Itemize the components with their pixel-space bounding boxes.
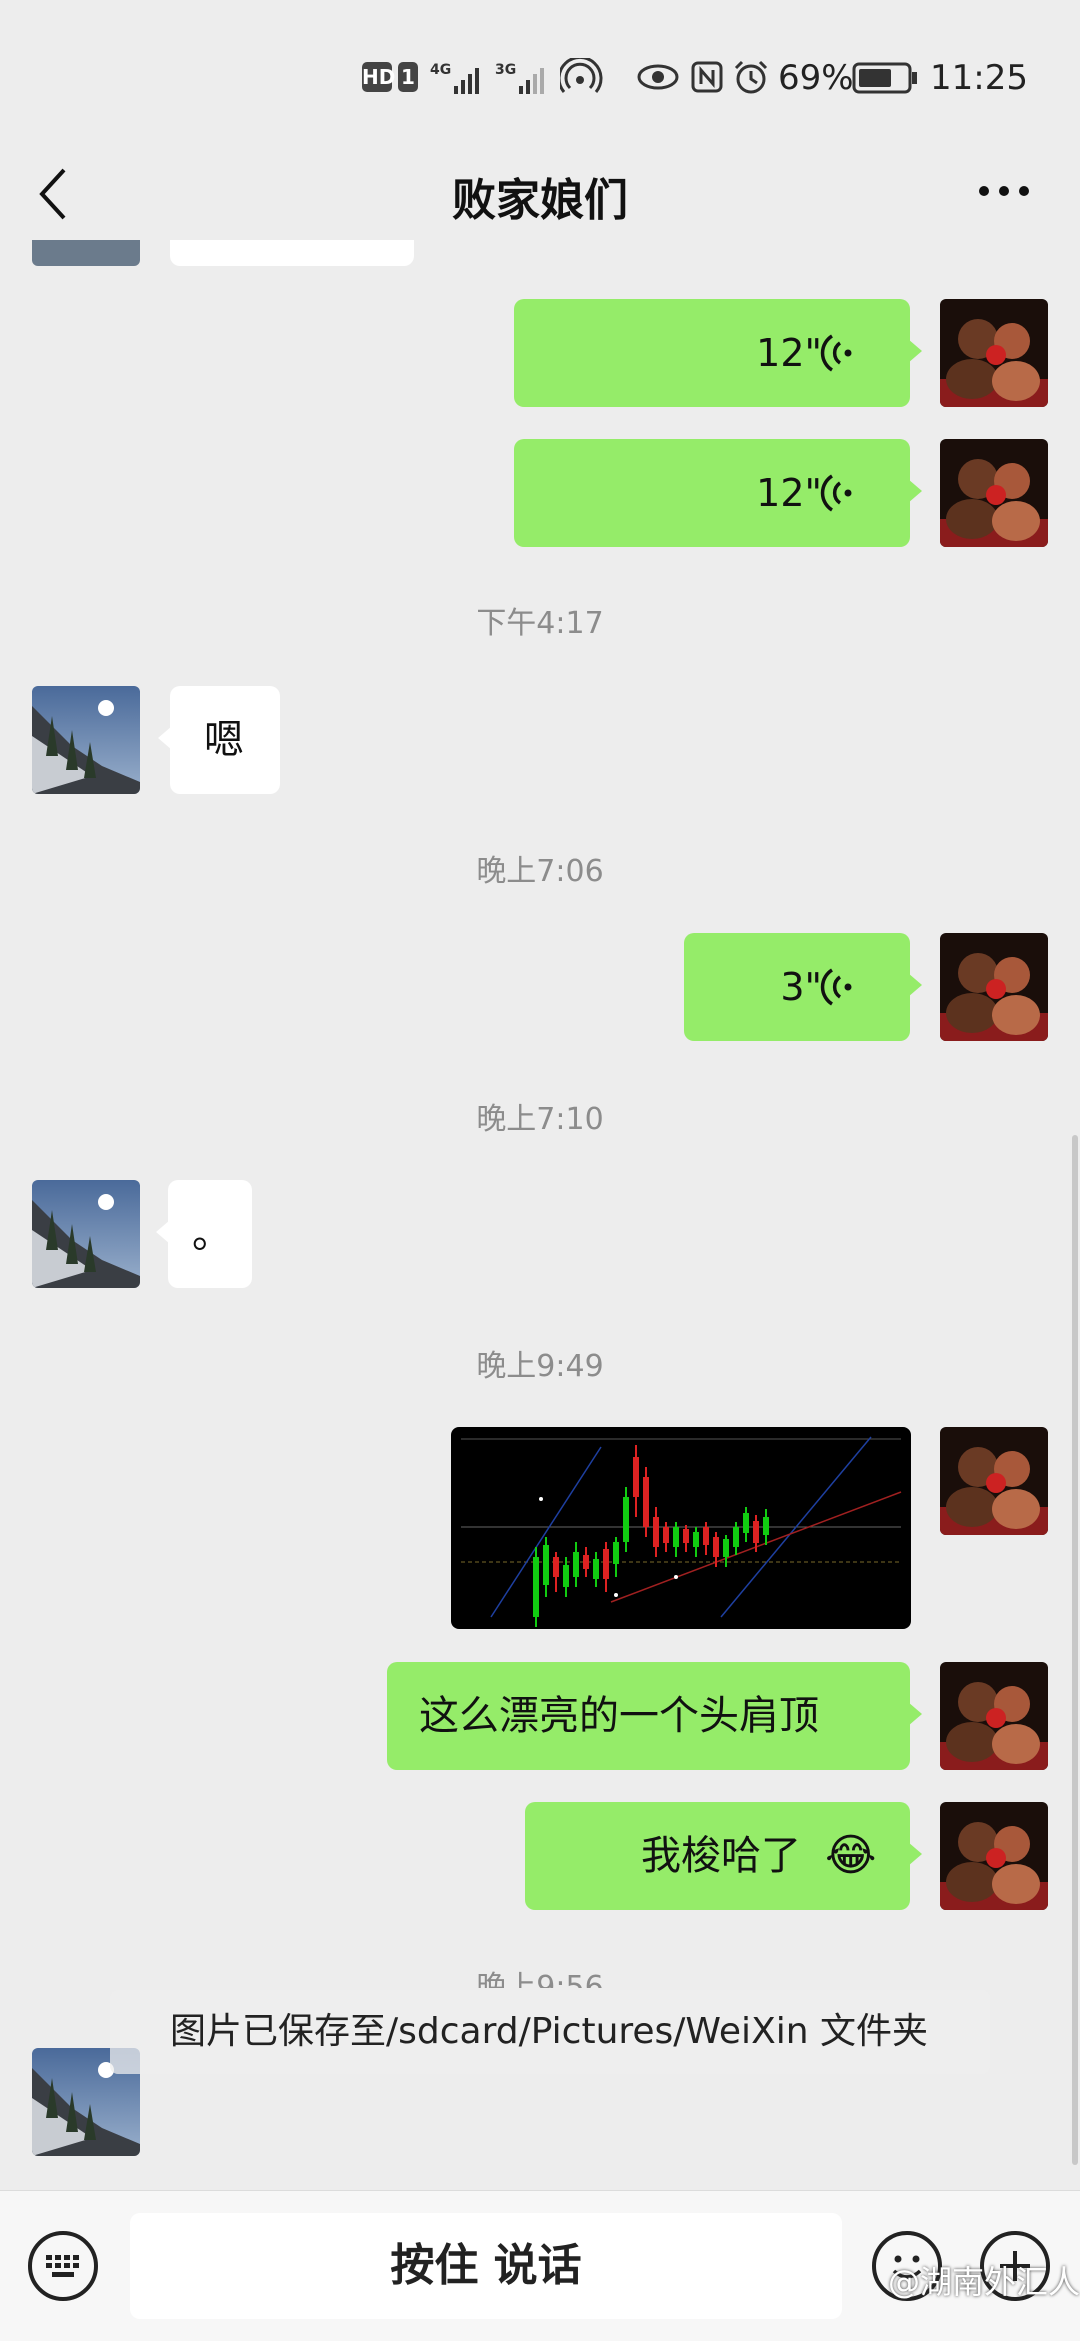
text-message-bubble[interactable]: 我梭哈了 😂 (525, 1802, 922, 1910)
avatar-partial[interactable] (32, 240, 140, 266)
nfc-icon (691, 61, 723, 93)
avatar-self[interactable] (940, 1427, 1048, 1535)
chat-title: 败家娘们 (452, 175, 628, 226)
signal-3g-icon: 3G (495, 62, 544, 94)
mountain-avatar-image (32, 1180, 140, 1288)
battery-icon (852, 62, 917, 94)
laughing-emoji: 😂 (825, 1830, 877, 1881)
boxer-avatar-image (940, 1802, 1048, 1910)
timestamp: 晚上9:56 (476, 1970, 604, 1988)
signal-4g-icon: 4G (430, 62, 479, 94)
scrollbar[interactable] (1072, 1135, 1078, 2165)
network-1-label: 4G (430, 62, 451, 78)
voice-wave-icon (820, 968, 852, 1006)
avatar-self[interactable] (940, 933, 1048, 1041)
avatar-other[interactable] (32, 686, 140, 794)
boxer-avatar-image (940, 439, 1048, 547)
eye-icon (637, 64, 679, 90)
text-message-bubble[interactable]: 。 (156, 1180, 252, 1288)
keyboard-toggle-button[interactable] (28, 2231, 98, 2301)
toast-text: 图片已保存至/sdcard/Pictures/WeiXin 文件夹 (170, 2011, 928, 2052)
mountain-avatar-image (32, 686, 140, 794)
save-toast: 图片已保存至/sdcard/Pictures/WeiXin 文件夹 (110, 1990, 990, 2074)
boxer-avatar-image (940, 1662, 1048, 1770)
hd-badge: HD (362, 62, 395, 92)
alarm-icon (734, 60, 768, 94)
boxer-avatar-image (940, 299, 1048, 407)
text-message-bubble[interactable]: 这么漂亮的一个头肩顶 (387, 1662, 922, 1770)
boxer-avatar-image (940, 933, 1048, 1041)
voice-message-bubble[interactable]: 12" (514, 439, 922, 547)
text-message-bubble[interactable]: 嗯 (158, 686, 280, 794)
sim-badge: 1 (398, 62, 418, 92)
timestamp: 晚上7:10 (476, 1102, 604, 1137)
voice-wave-icon (820, 474, 852, 512)
boxer-avatar-image (940, 1427, 1048, 1535)
more-icon[interactable] (976, 176, 1032, 206)
network-2-label: 3G (495, 62, 516, 78)
watermark: @湖南外汇人 (887, 2263, 1080, 2301)
avatar-self[interactable] (940, 1662, 1048, 1770)
nav-bar: 败家娘们 (0, 150, 1080, 240)
avatar-self[interactable] (940, 439, 1048, 547)
message-text: 。 (192, 1211, 232, 1257)
voice-duration: 3" (780, 965, 822, 1009)
battery-percent: 69% (778, 58, 854, 98)
hold-to-talk-button[interactable]: 按住 说话 (130, 2213, 842, 2319)
message-text: 这么漂亮的一个头肩顶 (419, 1693, 819, 1739)
input-bar: 按住 说话 @湖南外汇人 (0, 2190, 1080, 2341)
hotspot-icon (560, 58, 603, 93)
avatar-self[interactable] (940, 299, 1048, 407)
avatar-other[interactable] (32, 1180, 140, 1288)
voice-message-bubble[interactable]: 3" (684, 933, 922, 1041)
timestamp: 晚上9:49 (476, 1349, 604, 1384)
voice-duration: 12" (756, 471, 822, 515)
voice-wave-icon (820, 334, 852, 372)
voice-duration: 12" (756, 331, 822, 375)
timestamp: 下午4:17 (476, 606, 604, 641)
image-message[interactable] (451, 1427, 911, 1629)
status-bar: HD 1 4G 3G 69% 11:25 (0, 0, 1080, 160)
clock: 11:25 (930, 58, 1028, 98)
avatar-self[interactable] (940, 1802, 1048, 1910)
message-text: 我梭哈了 (641, 1833, 801, 1879)
voice-message-bubble[interactable]: 12" (514, 299, 922, 407)
candlestick-chart-image (461, 1436, 902, 1627)
keyboard-icon (46, 2255, 79, 2277)
message-text: 嗯 (204, 717, 244, 763)
timestamp: 晚上7:06 (476, 854, 604, 889)
message-partial[interactable] (170, 240, 414, 266)
